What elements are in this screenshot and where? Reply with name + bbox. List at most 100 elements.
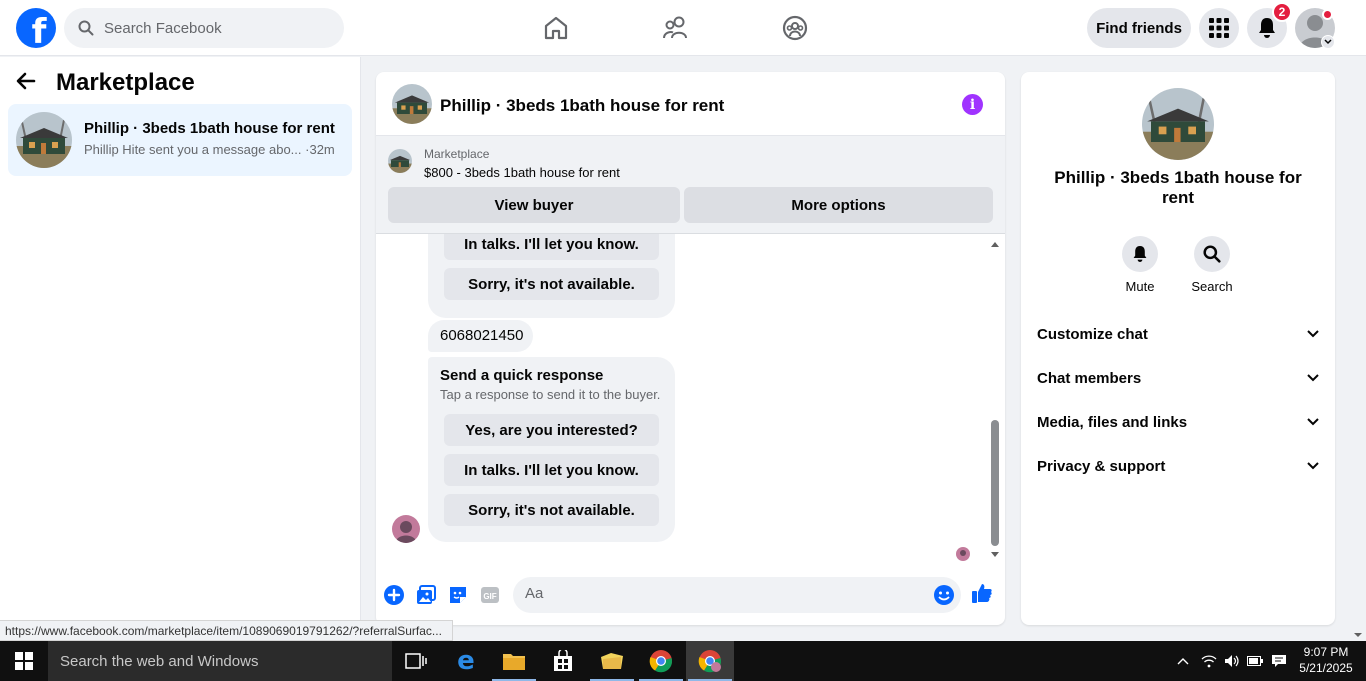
account-alert-dot	[1322, 9, 1333, 20]
chrome-profile-icon[interactable]	[686, 641, 734, 681]
chevron-down-icon	[1307, 418, 1319, 426]
mute-button[interactable]: Mute	[1110, 236, 1170, 294]
bell-icon	[1259, 18, 1275, 38]
listing-source-label: Marketplace	[424, 147, 490, 161]
page-scrollbar[interactable]	[1350, 57, 1366, 641]
notification-count-badge: 2	[1272, 2, 1292, 22]
clock-time: 9:07 PM	[1303, 645, 1349, 659]
quick-response-option[interactable]: Sorry, it's not available.	[444, 268, 659, 300]
quick-response-bubble-previous: In talks. I'll let you know. Sorry, it's…	[428, 234, 675, 318]
facebook-logo[interactable]: f	[16, 8, 56, 48]
svg-text:GIF: GIF	[483, 592, 496, 601]
windows-taskbar: Search the web and Windows e 9:07 PM 5/2…	[0, 641, 1366, 681]
quick-response-title: Send a quick response	[440, 367, 604, 384]
marketplace-inbox-sidebar: Marketplace Phillip · 3beds 1bath house …	[0, 57, 361, 641]
section-label: Customize chat	[1037, 325, 1148, 343]
chevron-up-icon[interactable]	[1172, 641, 1194, 681]
privacy-support-section[interactable]: Privacy & support	[1029, 446, 1327, 486]
battery-icon[interactable]	[1244, 641, 1266, 681]
read-receipt-avatar	[956, 547, 970, 561]
mute-label: Mute	[1125, 279, 1155, 294]
section-label: Privacy & support	[1037, 457, 1166, 475]
chevron-down-icon	[1307, 374, 1319, 382]
section-label: Chat members	[1037, 369, 1142, 387]
friends-icon[interactable]	[658, 10, 694, 46]
conversation-title: Phillip · 3beds 1bath house for rent	[84, 120, 335, 137]
conversation-item[interactable]: Phillip · 3beds 1bath house for rent Phi…	[8, 104, 352, 176]
conversation-preview: Phillip Hite sent you a message abo... ·…	[84, 142, 335, 157]
search-bar[interactable]	[64, 8, 344, 48]
top-navigation-bar: f Find friends 2	[0, 0, 1366, 56]
listing-house-thumbnail	[16, 112, 72, 168]
listing-small-thumbnail	[388, 149, 412, 173]
sticker-icon[interactable]	[447, 584, 469, 606]
taskbar-clock[interactable]: 9:07 PM 5/21/2025	[1292, 644, 1360, 676]
wifi-icon[interactable]	[1198, 641, 1220, 681]
search-input[interactable]	[104, 19, 324, 37]
customize-chat-section[interactable]: Customize chat	[1029, 314, 1327, 354]
listing-price-title[interactable]: $800 - 3beds 1bath house for rent	[424, 165, 620, 180]
quick-response-subtitle: Tap a response to send it to the buyer.	[440, 387, 661, 402]
edge-browser-icon[interactable]: e	[442, 641, 490, 681]
chat-title[interactable]: Phillip · 3beds 1bath house for rent	[440, 96, 724, 116]
sidebar-header: Marketplace	[16, 69, 195, 97]
quick-response-in-talks-button[interactable]: In talks. I'll let you know.	[444, 454, 659, 486]
message-bubble: 6068021450	[428, 320, 533, 352]
link-preview-status-bar: https://www.facebook.com/marketplace/ite…	[0, 620, 453, 641]
folder-app-icon[interactable]	[588, 641, 636, 681]
home-icon[interactable]	[538, 10, 574, 46]
back-arrow-icon[interactable]	[16, 72, 36, 95]
file-explorer-icon[interactable]	[490, 641, 538, 681]
quick-response-not-available-button[interactable]: Sorry, it's not available.	[444, 494, 659, 526]
section-label: Media, files and links	[1037, 413, 1188, 431]
message-input[interactable]	[525, 585, 905, 602]
grid-icon	[1209, 18, 1229, 38]
chat-members-section[interactable]: Chat members	[1029, 358, 1327, 398]
gif-icon[interactable]: GIF	[479, 584, 501, 606]
chat-header: Phillip · 3beds 1bath house for rent i	[376, 72, 1005, 136]
page-title: Marketplace	[56, 69, 195, 96]
menu-button[interactable]	[1199, 8, 1239, 48]
photo-icon[interactable]	[415, 584, 437, 606]
search-label: Search	[1191, 279, 1233, 294]
search-icon	[68, 20, 104, 36]
message-thread: In talks. I'll let you know. Sorry, it's…	[376, 234, 1005, 564]
details-listing-photo[interactable]	[1142, 88, 1214, 160]
view-buyer-button[interactable]: View buyer	[388, 187, 680, 223]
info-icon[interactable]: i	[962, 94, 983, 115]
action-center-icon[interactable]	[1268, 641, 1290, 681]
store-icon[interactable]	[539, 641, 587, 681]
emoji-icon[interactable]	[933, 584, 955, 611]
chevron-down-icon	[1307, 462, 1319, 470]
buyer-avatar[interactable]	[392, 515, 420, 543]
chat-listing-thumbnail[interactable]	[392, 84, 432, 124]
message-composer: GIF	[376, 572, 1005, 622]
media-files-links-section[interactable]: Media, files and links	[1029, 402, 1327, 442]
find-friends-button[interactable]: Find friends	[1087, 8, 1191, 48]
listing-banner: Marketplace $800 - 3beds 1bath house for…	[376, 136, 1005, 234]
chevron-down-icon	[1307, 330, 1319, 338]
quick-response-yes-button[interactable]: Yes, are you interested?	[444, 414, 659, 446]
quick-response-option[interactable]: In talks. I'll let you know.	[444, 234, 659, 260]
plus-circle-icon[interactable]	[383, 584, 405, 606]
details-title: Phillip · 3beds 1bath house for rent	[1054, 168, 1302, 207]
task-view-icon[interactable]	[392, 641, 440, 681]
search-in-chat-button[interactable]: Search	[1182, 236, 1242, 294]
chrome-icon[interactable]	[637, 641, 685, 681]
windows-start-button[interactable]	[0, 641, 48, 681]
message-input-box[interactable]	[513, 577, 961, 613]
quick-response-bubble: Send a quick response Tap a response to …	[428, 357, 675, 542]
search-icon	[1194, 236, 1230, 272]
chat-panel: Phillip · 3beds 1bath house for rent i M…	[376, 72, 1005, 625]
groups-icon[interactable]	[777, 10, 813, 46]
bell-icon	[1122, 236, 1158, 272]
more-options-button[interactable]: More options	[684, 187, 993, 223]
windows-logo-icon	[15, 652, 33, 670]
chat-details-panel: Phillip · 3beds 1bath house for rent Mut…	[1021, 72, 1335, 625]
clock-date: 5/21/2025	[1299, 661, 1353, 675]
chevron-down-icon[interactable]	[1321, 35, 1335, 49]
taskbar-search[interactable]: Search the web and Windows	[48, 641, 392, 681]
volume-icon[interactable]	[1221, 641, 1243, 681]
chat-scrollbar-thumb[interactable]	[991, 420, 999, 546]
thumbs-up-icon[interactable]	[971, 582, 993, 604]
